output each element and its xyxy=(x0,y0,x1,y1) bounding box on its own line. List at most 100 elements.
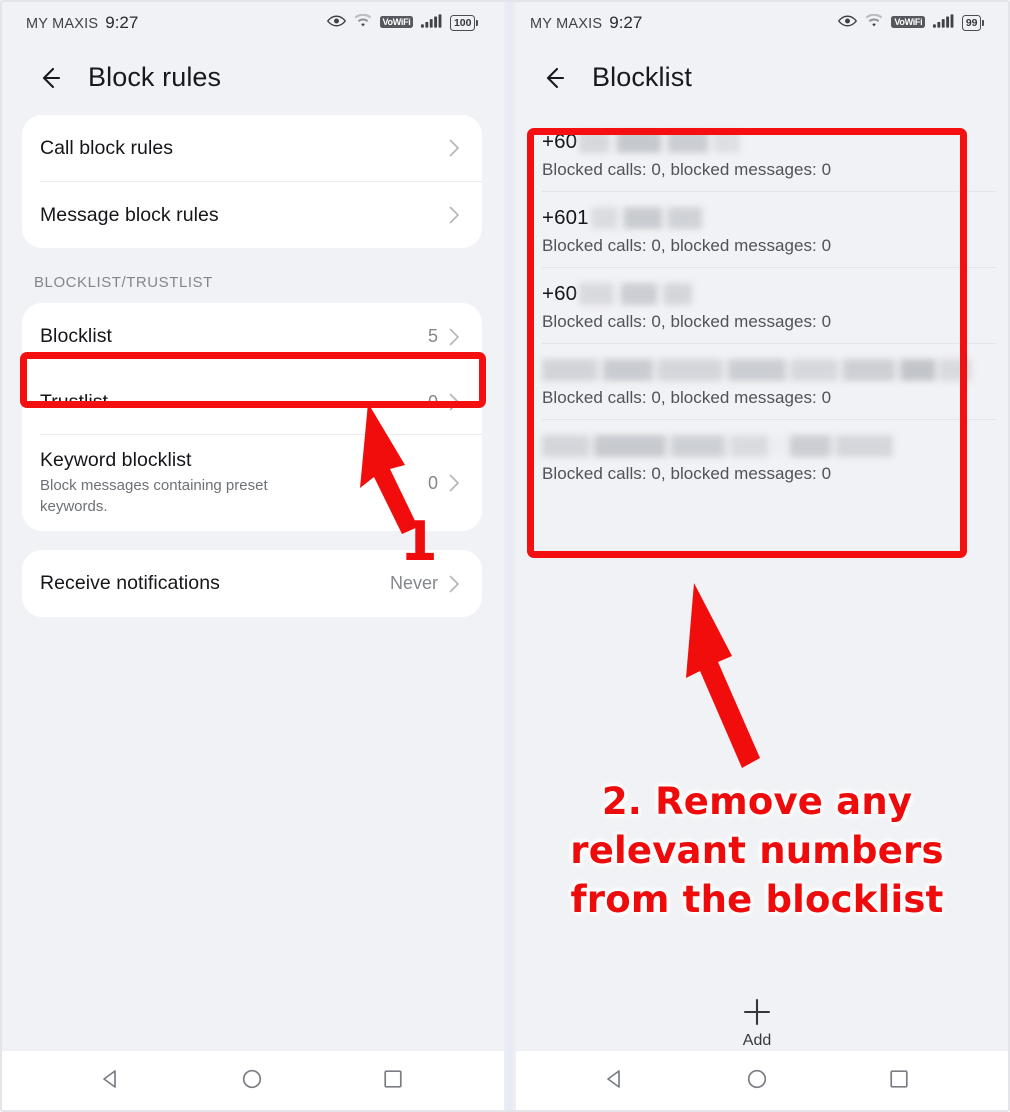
home-circle-icon[interactable] xyxy=(746,1068,768,1095)
eye-icon xyxy=(326,14,346,33)
annotation-callout-2: 2. Remove any relevant numbers from the … xyxy=(570,780,944,921)
number-prefix: +60 xyxy=(542,282,578,305)
clock-label: 9:27 xyxy=(609,13,643,32)
status-bar-left: MY MAXIS 9:27 xyxy=(530,13,642,33)
blocklist-trustlist-card: Blocklist 5 Trustlist 0 Keyword blocklis… xyxy=(22,303,482,531)
row-value-count: 5 xyxy=(427,326,438,346)
signal-bars-icon xyxy=(421,13,442,33)
right-nav-bar xyxy=(504,1050,1010,1112)
back-arrow-icon[interactable] xyxy=(538,63,568,93)
vowifi-badge: VoWiFi xyxy=(379,16,414,28)
blocked-number: +601 xyxy=(542,203,972,233)
left-app-bar: Block rules xyxy=(0,46,504,115)
blocked-number xyxy=(542,431,972,461)
battery-icon: 99 xyxy=(962,15,984,31)
right-app-bar: Blocklist xyxy=(504,46,1010,115)
list-item[interactable]: Blocked calls: 0, blocked messages: 0 xyxy=(526,419,996,495)
status-bar-right: VoWiFi 99 xyxy=(838,13,984,33)
row-title: Call block rules xyxy=(40,136,174,159)
chevron-right-icon xyxy=(449,139,460,157)
redacted-number-blur xyxy=(542,433,893,459)
chevron-right-icon xyxy=(449,575,460,593)
row-texts: Message block rules xyxy=(40,190,449,241)
status-bar-right: VoWiFi 100 xyxy=(326,13,478,33)
list-item[interactable]: +601 Blocked calls: 0, blocked messages:… xyxy=(526,191,996,267)
wifi-icon xyxy=(865,13,883,33)
signal-bars-icon xyxy=(933,13,954,33)
row-title: Message block rules xyxy=(40,203,219,226)
row-message-block-rules[interactable]: Message block rules xyxy=(22,182,482,248)
battery-level-label: 100 xyxy=(450,15,475,31)
row-title: Receive notifications xyxy=(40,572,220,594)
status-bar-left: MY MAXIS 9:27 xyxy=(26,13,138,33)
redacted-number-blur xyxy=(579,281,693,307)
row-value-count: 0 xyxy=(427,391,438,412)
number-prefix: +60 xyxy=(542,130,578,153)
left-status-bar: MY MAXIS 9:27 VoWiFi 100 xyxy=(0,0,504,46)
recents-square-icon[interactable] xyxy=(888,1068,910,1095)
back-arrow-icon[interactable] xyxy=(34,63,64,93)
blocked-number: +60 xyxy=(542,127,972,157)
carrier-label: MY MAXIS xyxy=(26,16,99,32)
blocked-stats: Blocked calls: 0, blocked messages: 0 xyxy=(542,464,832,483)
row-texts: Keyword blocklist Block messages contain… xyxy=(40,435,428,531)
number-prefix: +601 xyxy=(542,206,589,229)
blocklist-items-list: +60 Blocked calls: 0, blocked messages: … xyxy=(526,115,996,495)
list-item[interactable]: +60 Blocked calls: 0, blocked messages: … xyxy=(526,267,996,343)
chevron-right-icon xyxy=(449,393,460,411)
battery-level-label: 99 xyxy=(962,15,981,31)
blocked-number xyxy=(542,355,972,385)
wifi-icon xyxy=(354,13,372,33)
back-triangle-icon[interactable] xyxy=(604,1068,626,1095)
row-blocklist[interactable]: Blocklist 5 xyxy=(22,303,482,370)
list-item[interactable]: +60 Blocked calls: 0, blocked messages: … xyxy=(526,115,996,191)
row-texts: Receive notifications xyxy=(40,558,390,609)
row-call-block-rules[interactable]: Call block rules xyxy=(22,115,482,181)
left-phone-screen: MY MAXIS 9:27 VoWiFi 100 Block rules Cal… xyxy=(0,0,504,1112)
redacted-number-blur xyxy=(590,205,702,231)
row-value-count: 0 xyxy=(427,472,438,493)
list-item[interactable]: Blocked calls: 0, blocked messages: 0 xyxy=(526,343,996,419)
battery-tip xyxy=(982,20,984,26)
page-title: Blocklist xyxy=(592,62,692,92)
back-triangle-icon[interactable] xyxy=(100,1068,122,1095)
left-nav-bar xyxy=(0,1050,504,1112)
vowifi-badge: VoWiFi xyxy=(891,16,926,28)
right-status-bar: MY MAXIS 9:27 VoWiFi 99 xyxy=(504,0,1010,46)
section-label-blocklist-trustlist: BLOCKLIST/TRUSTLIST xyxy=(34,274,213,291)
add-button-label: Add xyxy=(742,1032,772,1049)
row-trustlist[interactable]: Trustlist 0 xyxy=(22,370,482,434)
home-circle-icon[interactable] xyxy=(241,1068,263,1095)
clock-label: 9:27 xyxy=(105,13,139,32)
battery-tip xyxy=(476,20,478,26)
right-phone-screen: MY MAXIS 9:27 VoWiFi 99 Blocklist +60 Bl… xyxy=(504,0,1010,1112)
annotation-arrow-2 xyxy=(686,583,760,768)
blocked-stats: Blocked calls: 0, blocked messages: 0 xyxy=(542,160,832,179)
plus-icon xyxy=(740,995,774,1029)
blocked-stats: Blocked calls: 0, blocked messages: 0 xyxy=(542,312,832,331)
carrier-label: MY MAXIS xyxy=(530,16,603,32)
block-rules-card: Call block rules Message block rules xyxy=(22,115,482,248)
battery-icon: 100 xyxy=(450,15,478,31)
blocked-stats: Blocked calls: 0, blocked messages: 0 xyxy=(542,236,832,255)
annotation-step-number-1: 1 xyxy=(400,510,438,573)
row-value-setting: Never xyxy=(389,573,438,593)
row-title: Trustlist xyxy=(40,390,108,413)
chevron-right-icon xyxy=(449,474,460,492)
chevron-right-icon xyxy=(449,328,460,346)
row-texts: Call block rules xyxy=(40,123,449,174)
chevron-right-icon xyxy=(449,206,460,224)
redacted-number-blur xyxy=(542,357,971,383)
row-subtitle: Block messages containing preset keyword… xyxy=(40,477,268,515)
row-title: Keyword blocklist xyxy=(40,449,192,472)
row-title: Blocklist xyxy=(40,325,112,347)
dual-screenshot-container: MY MAXIS 9:27 VoWiFi 100 Block rules Cal… xyxy=(0,0,1010,1112)
redacted-number-blur xyxy=(579,129,741,155)
blocked-number: +60 xyxy=(542,279,972,309)
row-texts: Trustlist xyxy=(40,377,428,428)
row-texts: Blocklist xyxy=(40,311,428,362)
page-title: Block rules xyxy=(88,62,222,92)
eye-icon xyxy=(838,14,858,33)
recents-square-icon[interactable] xyxy=(382,1068,404,1095)
add-button[interactable]: Add xyxy=(504,995,1010,1050)
